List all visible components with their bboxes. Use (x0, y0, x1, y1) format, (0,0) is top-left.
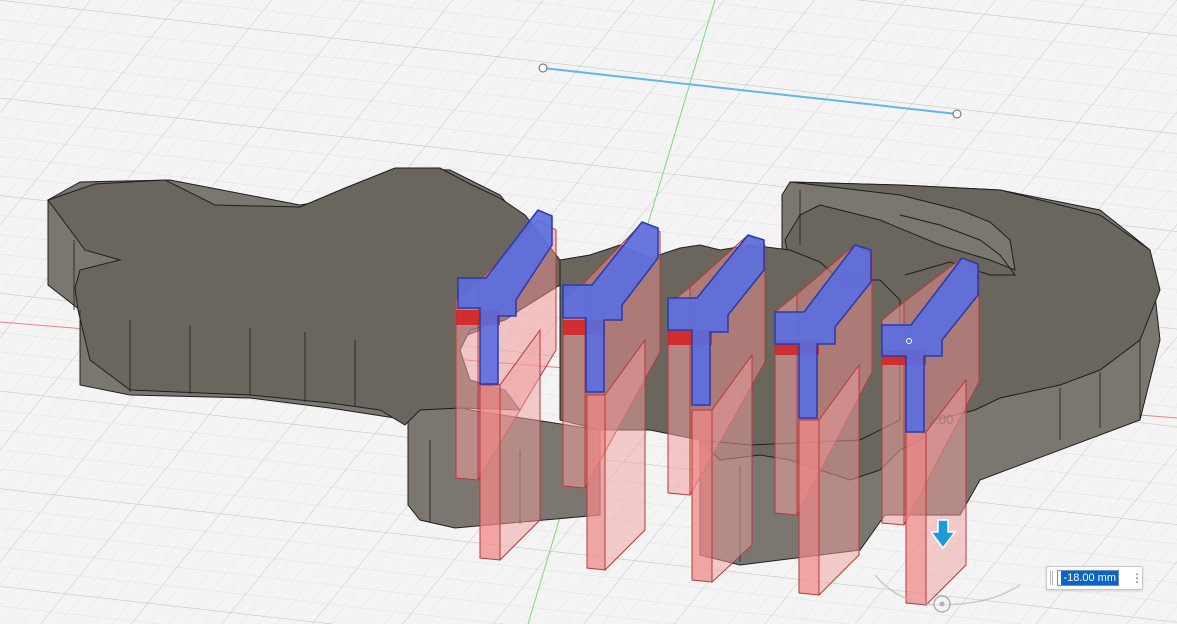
drag-handle[interactable] (1050, 571, 1053, 585)
ghost-dimension-label: 1.00 (928, 412, 953, 427)
more-vertical-icon[interactable]: ⋮ (1131, 569, 1143, 587)
viewport-canvas[interactable]: 1.00 (0, 0, 1177, 624)
distance-value: -18.00 mm (1061, 571, 1118, 585)
dimension-input-box[interactable]: -18.00 mm ⋮ (1046, 566, 1143, 590)
distance-input[interactable]: -18.00 mm (1057, 570, 1119, 586)
